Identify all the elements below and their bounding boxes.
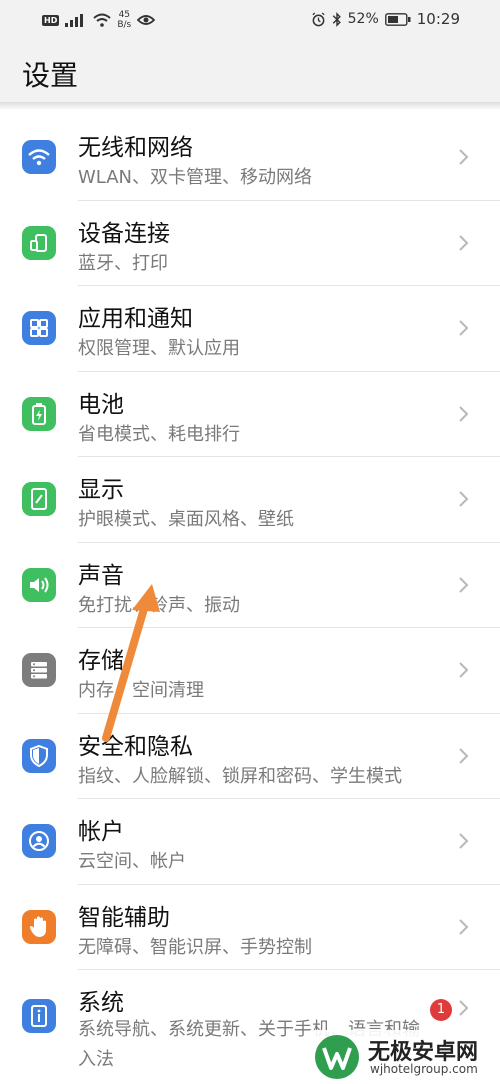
item-title: 安全和隐私 [78, 733, 193, 760]
hd-badge: HD [42, 14, 60, 26]
status-time: 10:29 [416, 10, 460, 28]
item-subtitle: 省电模式、耗电排行 [78, 423, 240, 445]
item-subtitle: 权限管理、默认应用 [78, 338, 240, 359]
battery-icon [22, 396, 56, 431]
account-icon [22, 824, 56, 858]
item-title: 设备连接 [78, 220, 170, 247]
apps-grid-icon [22, 311, 56, 345]
item-title: 显示 [78, 477, 124, 503]
net-speed-value: 45 [118, 10, 131, 20]
wifi-status-icon [93, 13, 112, 27]
item-title: 电池 [78, 391, 124, 418]
chevron-right-icon [459, 320, 469, 336]
item-subtitle: 护眼模式、桌面风格、壁纸 [78, 509, 294, 530]
bluetooth-icon [332, 11, 341, 27]
settings-item-battery[interactable]: 电池 省电模式、耗电排行 [0, 370, 500, 457]
chevron-right-icon [459, 149, 469, 165]
chevron-right-icon [459, 405, 469, 422]
alarm-icon [312, 11, 325, 26]
item-subtitle: 指纹、人脸解锁、锁屏和密码、学生模式 [78, 765, 402, 787]
hand-icon [22, 909, 56, 944]
item-subtitle: WLAN、双卡管理、移动网络 [78, 167, 313, 188]
settings-item-smart-assist[interactable]: 智能辅助 无障碍、智能识屏、手势控制 [0, 883, 500, 970]
sound-icon [22, 567, 56, 602]
item-subtitle: 无障碍、智能识屏、手势控制 [78, 936, 312, 958]
item-title: 智能辅助 [78, 904, 170, 931]
settings-item-security-privacy[interactable]: 安全和隐私 指纹、人脸解锁、锁屏和密码、学生模式 [0, 712, 500, 799]
eye-icon [137, 15, 156, 25]
net-speed-unit: B/s [117, 20, 132, 30]
item-title: 系统 [78, 990, 124, 1016]
item-title: 声音 [78, 562, 124, 589]
item-title: 无线和网络 [78, 135, 193, 161]
notification-badge: 1 [430, 999, 452, 1021]
battery-status-icon [384, 12, 411, 26]
status-bar: HD 45 B/s 52% 10:29 [0, 0, 500, 40]
chevron-right-icon [459, 576, 469, 593]
chevron-right-icon [459, 747, 469, 764]
item-subtitle: 内存、空间清理 [78, 680, 204, 701]
shield-icon [22, 738, 56, 773]
item-subtitle: 云空间、帐户 [78, 851, 186, 872]
chevron-right-icon [459, 662, 469, 678]
chevron-right-icon [459, 1000, 469, 1016]
system-info-icon [22, 999, 56, 1033]
item-title: 帐户 [78, 819, 124, 845]
settings-item-sound[interactable]: 声音 免打扰、铃声、振动 [0, 541, 500, 628]
net-speed: 45 B/s [117, 10, 131, 30]
watermark-url: wjhotelgroup.com [370, 1062, 478, 1076]
chevron-right-icon [459, 234, 469, 251]
watermark: 无极安卓网 wjhotelgroup.com [310, 1030, 500, 1084]
display-icon [22, 482, 56, 516]
item-subtitle: 免打扰、铃声、振动 [78, 594, 240, 616]
settings-item-storage[interactable]: 存储 内存、空间清理 [0, 627, 500, 713]
settings-list: 无线和网络 WLAN、双卡管理、移动网络 设备连接 蓝牙、打印 应用和通知 权限… [0, 114, 500, 1070]
page-header: 设置 [0, 40, 500, 102]
item-title: 应用和通知 [78, 306, 193, 332]
item-subtitle: 蓝牙、打印 [78, 252, 168, 274]
page-title: 设置 [22, 59, 79, 92]
wifi-icon [22, 140, 56, 174]
settings-item-account[interactable]: 帐户 云空间、帐户 [0, 798, 500, 884]
chevron-right-icon [459, 918, 469, 935]
battery-percent: 52% [347, 11, 379, 27]
settings-item-display[interactable]: 显示 护眼模式、桌面风格、壁纸 [0, 456, 500, 542]
settings-item-device-connection[interactable]: 设备连接 蓝牙、打印 [0, 199, 500, 286]
settings-item-apps-notifications[interactable]: 应用和通知 权限管理、默认应用 [0, 285, 500, 371]
settings-item-wireless-network[interactable]: 无线和网络 WLAN、双卡管理、移动网络 [0, 114, 500, 200]
watermark-logo-icon [315, 1035, 359, 1079]
status-left: HD 45 B/s [42, 10, 156, 30]
chevron-right-icon [459, 491, 469, 507]
chevron-right-icon [459, 833, 469, 849]
item-title: 存储 [78, 648, 124, 674]
signal-icon [65, 14, 84, 27]
device-connection-icon [22, 225, 56, 260]
storage-icon [22, 653, 56, 687]
header-shadow [0, 102, 500, 110]
status-right: 52% 10:29 [311, 10, 460, 28]
